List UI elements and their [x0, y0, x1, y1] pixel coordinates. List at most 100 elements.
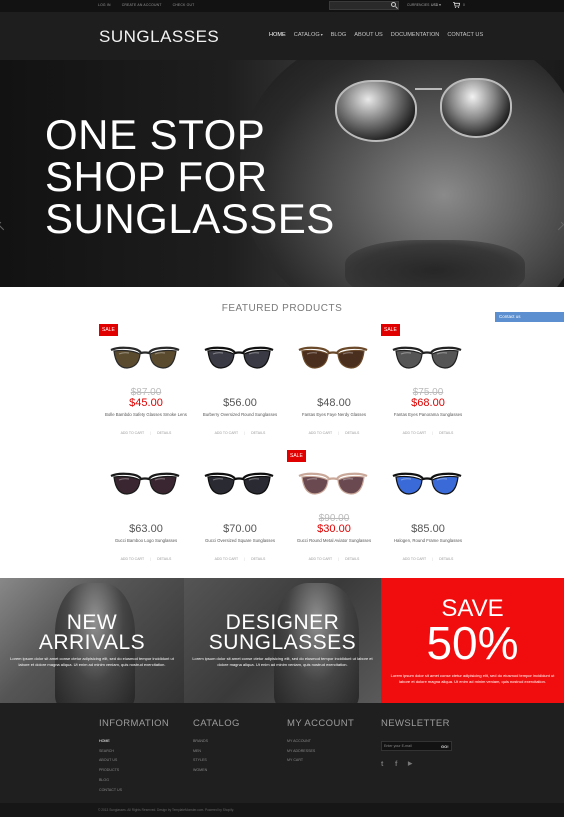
product-image[interactable] — [203, 470, 275, 500]
site-footer: INFORMATION HOME SEARCH ABOUT US PRODUCT… — [0, 703, 564, 803]
product-card[interactable]: $56.00 Burberry Oversized Round Sunglasse… — [193, 324, 287, 444]
divider: | — [432, 557, 434, 561]
copyright-text: © 2013 Sunglasses. All Rights Reserved. … — [98, 808, 234, 812]
promo-designer-line-1: DESIGNER — [225, 611, 340, 634]
nav-blog[interactable]: BLOG — [331, 32, 347, 38]
youtube-icon[interactable]: ▶ — [408, 761, 416, 769]
footer-catalog: CATALOG BRANDS MEN STYLES WOMEN — [193, 718, 240, 776]
footer-link-products[interactable]: PRODUCTS — [99, 766, 169, 776]
footer-link-brands[interactable]: BRANDS — [193, 737, 240, 747]
nav-documentation[interactable]: DOCUMENTATION — [391, 32, 440, 38]
footer-link-home[interactable]: HOME — [99, 737, 169, 747]
site-header: SUNGLASSES HOME CATALOG▾ BLOG ABOUT US D… — [0, 12, 564, 60]
footer-link-styles[interactable]: STYLES — [193, 756, 240, 766]
promo-designer-sunglasses[interactable]: DESIGNER SUNGLASSES Lorem ipsum dolor si… — [184, 578, 381, 703]
footer-link-my-cart[interactable]: MY CART — [287, 756, 354, 766]
nav-catalog-label: CATALOG — [293, 32, 320, 38]
add-to-cart-button[interactable]: ADD TO CART — [121, 557, 145, 561]
footer-account: MY ACCOUNT MY ACCOUNT MY ADDRESSES MY CA… — [287, 718, 354, 766]
footer-heading: INFORMATION — [99, 718, 170, 729]
product-image[interactable] — [203, 344, 275, 374]
create-account-link[interactable]: CREATE AN ACCOUNT — [122, 3, 162, 7]
hero-line-1: ONE STOP — [45, 111, 266, 158]
details-button[interactable]: DETAILS — [345, 431, 359, 435]
nav-home[interactable]: HOME — [269, 32, 286, 38]
divider: | — [150, 431, 152, 435]
product-image[interactable] — [109, 470, 181, 500]
details-button[interactable]: DETAILS — [251, 557, 265, 561]
product-card[interactable]: SALE $87.00 $45.00 Bolle Bambdo Safety Glas… — [99, 324, 193, 444]
facebook-icon[interactable]: f — [395, 761, 403, 769]
product-name[interactable]: Fantas Eyes Panorama Sunglasses — [381, 412, 475, 417]
product-card[interactable]: SALE $90.00 $30.00 Gucci Round Metal Aviato… — [287, 450, 381, 570]
twitter-icon[interactable]: t — [381, 761, 389, 769]
site-logo[interactable]: SUNGLASSES — [99, 27, 219, 47]
product-actions: ADD TO CART | DETAILS — [381, 431, 475, 435]
nav-catalog[interactable]: CATALOG▾ — [294, 32, 323, 38]
footer-link-women[interactable]: WOMEN — [193, 766, 240, 776]
nav-contact[interactable]: CONTACT US — [447, 32, 483, 38]
divider: | — [432, 431, 434, 435]
promo-designer-text: Lorem ipsum dolor sit amet conse ctetur … — [192, 656, 373, 667]
product-name[interactable]: Gucci Bamboo Logo Sunglasses — [99, 538, 193, 543]
checkout-link[interactable]: CHECK OUT — [173, 3, 195, 7]
currency-select[interactable]: USD ▾ — [431, 3, 441, 7]
details-button[interactable]: DETAILS — [345, 557, 359, 561]
product-name[interactable]: Gucci Oversized Square Sunglasses — [193, 538, 287, 543]
details-button[interactable]: DETAILS — [157, 431, 171, 435]
product-name[interactable]: Fantas Eyes Faye Nerdy Glasses — [287, 412, 381, 417]
footer-link-men[interactable]: MEN — [193, 747, 240, 757]
product-image[interactable] — [391, 344, 463, 374]
add-to-cart-button[interactable]: ADD TO CART — [403, 557, 427, 561]
bottom-bar: © 2013 Sunglasses. All Rights Reserved. … — [0, 803, 564, 817]
footer-link-blog[interactable]: BLOG — [99, 776, 169, 786]
footer-link-about[interactable]: ABOUT US — [99, 756, 169, 766]
cart-icon[interactable] — [453, 2, 460, 8]
product-name[interactable]: Bolle Bambdo Safety Glasses Smoke Lens — [99, 412, 193, 417]
product-card[interactable]: $85.00 Halogen, Round Frame Sunglasses ADD… — [381, 450, 475, 570]
add-to-cart-button[interactable]: ADD TO CART — [309, 431, 333, 435]
details-button[interactable]: DETAILS — [157, 557, 171, 561]
product-name[interactable]: Gucci Round Metal Aviator Sunglasses — [287, 538, 381, 543]
newsletter-submit-button[interactable]: GO! — [441, 744, 449, 749]
promo-new-arrivals[interactable]: NEW ARRIVALS Lorem ipsum dolor sit amet … — [0, 578, 184, 703]
footer-link-my-addresses[interactable]: MY ADDRESSES — [287, 747, 354, 757]
add-to-cart-button[interactable]: ADD TO CART — [215, 431, 239, 435]
promo-designer-line-2: SUNGLASSES — [208, 631, 357, 654]
hero-title: ONE STOP SHOP FOR SUNGLASSES — [45, 114, 335, 240]
product-image[interactable] — [297, 344, 369, 374]
product-name[interactable]: Halogen, Round Frame Sunglasses — [381, 538, 475, 543]
sale-badge: SALE — [381, 324, 400, 336]
search-input[interactable] — [329, 1, 399, 10]
hero-banner[interactable]: ONE STOP SHOP FOR SUNGLASSES — [0, 60, 564, 287]
slider-prev-icon[interactable] — [0, 221, 7, 231]
add-to-cart-button[interactable]: ADD TO CART — [403, 431, 427, 435]
product-price: $68.00 — [411, 397, 445, 409]
add-to-cart-button[interactable]: ADD TO CART — [121, 431, 145, 435]
product-card[interactable]: $48.00 Fantas Eyes Faye Nerdy Glasses ADD … — [287, 324, 381, 444]
contact-us-tab[interactable]: Contact us — [495, 312, 564, 322]
product-image[interactable] — [109, 344, 181, 374]
product-card[interactable]: $70.00 Gucci Oversized Square Sunglasses A… — [193, 450, 287, 570]
product-card[interactable]: $63.00 Gucci Bamboo Logo Sunglasses ADD TO… — [99, 450, 193, 570]
footer-link-my-account[interactable]: MY ACCOUNT — [287, 737, 354, 747]
footer-link-search[interactable]: SEARCH — [99, 747, 169, 757]
details-button[interactable]: DETAILS — [439, 557, 453, 561]
footer-list: MY ACCOUNT MY ADDRESSES MY CART — [287, 737, 354, 766]
product-image[interactable] — [297, 470, 369, 500]
divider: | — [338, 431, 340, 435]
add-to-cart-button[interactable]: ADD TO CART — [309, 557, 333, 561]
footer-link-contact[interactable]: CONTACT US — [99, 786, 169, 796]
add-to-cart-button[interactable]: ADD TO CART — [215, 557, 239, 561]
details-button[interactable]: DETAILS — [251, 431, 265, 435]
promo-save[interactable]: SAVE 50% Lorem ipsum dolor sit amet cons… — [381, 578, 564, 703]
nav-about[interactable]: ABOUT US — [354, 32, 383, 38]
product-actions: ADD TO CART | DETAILS — [99, 431, 193, 435]
search-icon[interactable] — [391, 2, 396, 7]
product-image[interactable] — [391, 470, 463, 500]
product-name[interactable]: Burberry Oversized Round Sunglasses — [193, 412, 287, 417]
promo-new-line-1: NEW — [66, 611, 118, 634]
details-button[interactable]: DETAILS — [439, 431, 453, 435]
product-card[interactable]: SALE $75.00 $68.00 Fantas Eyes Panorama Sun… — [381, 324, 475, 444]
login-link[interactable]: LOG IN — [98, 3, 111, 7]
